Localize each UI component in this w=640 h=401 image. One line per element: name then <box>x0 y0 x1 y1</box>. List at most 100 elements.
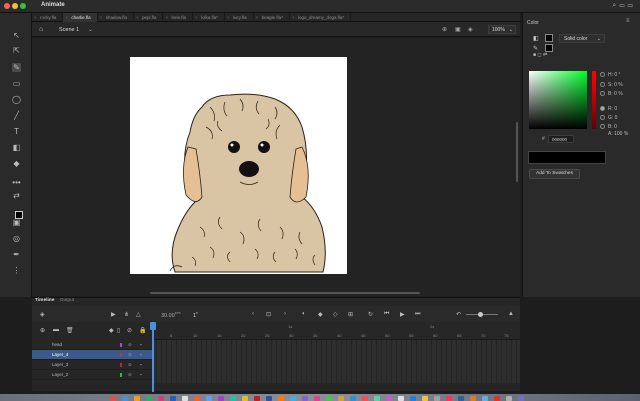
layer-name[interactable]: head <box>52 340 62 350</box>
playhead-handle[interactable] <box>150 322 156 330</box>
tab-pepi[interactable]: × pepi.fla <box>134 13 164 22</box>
fill-bucket-icon[interactable]: ◧ <box>533 35 539 42</box>
green-row[interactable]: G: 0 <box>600 115 617 121</box>
close-icon[interactable]: × <box>292 13 295 22</box>
dock-app-icon[interactable] <box>278 396 284 401</box>
oval-tool-icon[interactable]: ◯ <box>12 95 21 104</box>
camera-icon[interactable]: ▶ <box>111 311 116 318</box>
dock-app-icon[interactable] <box>422 396 428 401</box>
dock-app-icon[interactable] <box>410 396 416 401</box>
zoom-select[interactable]: 100% ⌄ <box>488 25 516 34</box>
paint-bucket-icon[interactable]: ◧ <box>12 143 21 152</box>
fill-color-swatch[interactable] <box>545 34 553 42</box>
tab-lolka[interactable]: × lolka.fla* <box>193 13 225 22</box>
insert-keyframe-icon[interactable]: ◆ <box>318 311 323 318</box>
dock-app-icon[interactable] <box>506 396 512 401</box>
brush-size-icon[interactable]: ⋮ <box>12 266 21 275</box>
dock-app-icon[interactable] <box>338 396 344 401</box>
show-all-icon[interactable]: △ <box>136 311 141 318</box>
hue-radio[interactable] <box>600 72 605 78</box>
stroke-color-swatch[interactable] <box>545 44 553 52</box>
color-field[interactable] <box>529 71 587 129</box>
new-layer-icon[interactable]: ⊕ <box>40 327 45 334</box>
delete-layer-icon[interactable]: 🗑 <box>66 327 74 334</box>
dock-app-icon[interactable] <box>134 396 140 401</box>
layer-row-layer-2[interactable]: Layer_2 ⊘ ▪ <box>32 370 152 380</box>
text-tool-icon[interactable]: T <box>12 127 21 136</box>
center-stage-icon[interactable]: ⊕ <box>442 26 447 33</box>
tab-output[interactable]: Output <box>60 298 74 303</box>
tab-rocky[interactable]: × rocky.fla <box>32 13 64 22</box>
onion-skin-icon[interactable]: ◐ <box>302 311 306 317</box>
dock-app-icon[interactable] <box>458 396 464 401</box>
insert-frame-icon[interactable]: ⊞ <box>348 311 353 318</box>
outline-icon[interactable]: ▯ <box>117 327 120 334</box>
selection-tool-icon[interactable]: ↖ <box>12 31 21 40</box>
dock-app-icon[interactable] <box>302 396 308 401</box>
close-icon[interactable]: × <box>165 13 168 22</box>
step-back-icon[interactable]: ⏮ <box>384 311 389 318</box>
visibility-icon[interactable]: ⊘ <box>128 360 132 370</box>
dock-app-icon[interactable] <box>254 396 260 401</box>
stroke-pencil-icon[interactable]: ✎ <box>533 45 538 52</box>
fps-display[interactable]: 30.00FPS <box>161 311 181 319</box>
layer-row-layer-3[interactable]: Layer_3 ⊘ ▪ <box>32 360 152 370</box>
lock-icon[interactable]: ▪ <box>140 350 142 360</box>
close-icon[interactable]: × <box>34 13 37 22</box>
dock-app-icon[interactable] <box>110 396 116 401</box>
dock-app-icon[interactable] <box>182 396 188 401</box>
visibility-icon[interactable]: ⊘ <box>128 370 132 380</box>
dock-app-icon[interactable] <box>362 396 368 401</box>
close-icon[interactable]: × <box>100 13 103 22</box>
dock-app-icon[interactable] <box>494 396 500 401</box>
dock-app-icon[interactable] <box>158 396 164 401</box>
chevron-down-icon[interactable]: ⌄ <box>88 26 93 33</box>
current-frame[interactable]: 1F <box>193 311 198 319</box>
dock-app-icon[interactable] <box>470 396 476 401</box>
edit-scene-icon[interactable]: ⌂ <box>39 26 43 33</box>
dock-app-icon[interactable] <box>290 396 296 401</box>
maximize-window-button[interactable] <box>20 3 26 9</box>
edit-symbols-icon[interactable]: ◈ <box>468 26 473 33</box>
add-to-swatches-button[interactable]: Add To Swatches <box>529 169 580 179</box>
brightness-radio[interactable] <box>600 91 605 97</box>
undo-icon[interactable]: ↶ <box>456 311 461 318</box>
tab-lucy[interactable]: × lucy.fla <box>225 13 254 22</box>
dock-app-icon[interactable] <box>482 396 488 401</box>
center-frame-icon[interactable]: ⊡ <box>266 311 271 318</box>
brush-tool-icon[interactable]: ✎ <box>12 63 21 72</box>
layer-color-tag[interactable] <box>120 343 122 347</box>
chevron-left-icon[interactable]: ‹ <box>252 311 254 317</box>
lock-icon[interactable]: ▪ <box>140 370 142 380</box>
playhead[interactable] <box>152 322 154 392</box>
dock-app-icon[interactable] <box>434 396 440 401</box>
layer-color-tag[interactable] <box>120 373 122 377</box>
green-radio[interactable] <box>600 115 605 121</box>
object-drawing-icon[interactable]: ▣ <box>12 218 21 227</box>
tab-beagle[interactable]: × beagle.fla* <box>254 13 290 22</box>
dock-app-icon[interactable] <box>326 396 332 401</box>
blue-radio[interactable] <box>600 124 605 130</box>
layer-row-head[interactable]: head ⊘ ▪ <box>32 340 152 350</box>
hue-slider[interactable] <box>592 71 596 129</box>
dock-app-icon[interactable] <box>218 396 224 401</box>
visibility-icon[interactable]: ⊘ <box>128 350 132 360</box>
dock-app-icon[interactable] <box>230 396 236 401</box>
layer-name[interactable]: Layer_2 <box>52 370 68 380</box>
tab-lorie[interactable]: × lorie.fla <box>163 13 193 22</box>
window-controls[interactable]: ⌕▭▭ <box>612 2 636 10</box>
chevron-right-icon[interactable]: › <box>284 311 286 317</box>
layer-color-tag[interactable] <box>120 363 122 367</box>
frame-ruler[interactable] <box>152 322 520 340</box>
lock-icon[interactable]: 🔒 <box>139 327 146 334</box>
horizontal-scrollbar[interactable] <box>150 292 420 294</box>
close-icon[interactable]: × <box>227 13 230 22</box>
snap-icon[interactable]: ◎ <box>12 234 21 243</box>
color-type-select[interactable]: Solid color ⌄ <box>559 34 605 43</box>
frame-grid[interactable] <box>152 340 520 383</box>
subselection-tool-icon[interactable]: ⇱ <box>12 46 21 55</box>
dock-app-icon[interactable] <box>374 396 380 401</box>
panel-menu-icon[interactable]: ≡ <box>626 18 630 24</box>
loop-icon[interactable]: ↻ <box>368 311 373 318</box>
dock-app-icon[interactable] <box>194 396 200 401</box>
